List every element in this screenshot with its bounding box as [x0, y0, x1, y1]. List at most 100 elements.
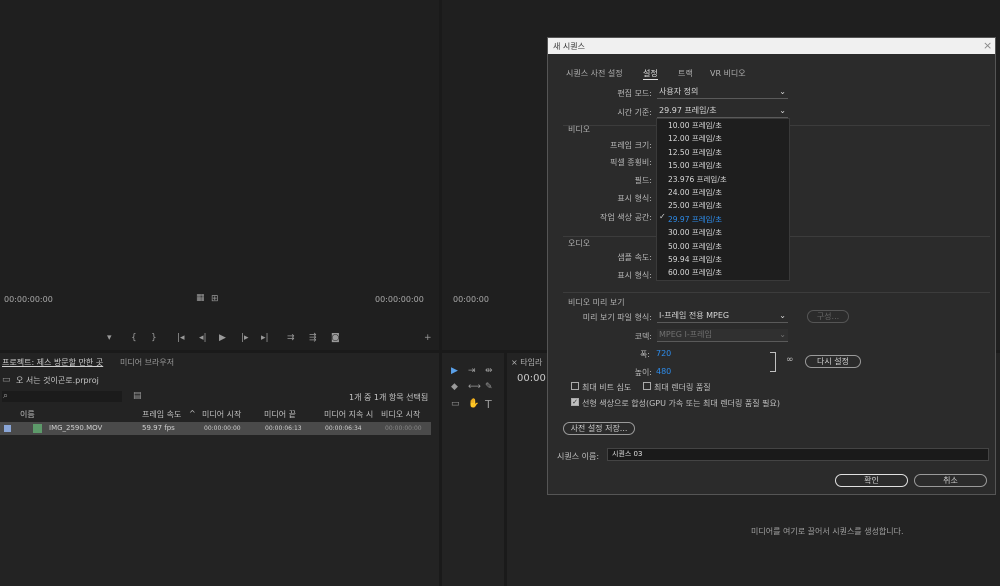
framerate-option[interactable]: 30.00 프레임/초 — [657, 226, 790, 239]
media-browser-tab[interactable]: 미디어 브라우저 — [120, 357, 174, 368]
ripple-edit-icon[interactable]: ⇹ — [485, 366, 493, 376]
col-duration[interactable]: 미디어 지속 시 — [324, 409, 373, 420]
linear-color-label: 선형 색상으로 합성(GPU 가속 또는 최대 렌더링 품질 필요) — [582, 399, 781, 408]
slip-tool-icon[interactable]: ⟷ — [468, 382, 481, 392]
project-search[interactable] — [2, 391, 122, 402]
sequence-name-label: 시퀀스 이름: — [557, 452, 600, 461]
preview-format-label: 미리 보기 파일 형식: — [582, 313, 652, 322]
framerate-option[interactable]: 23.976 프레임/초 — [657, 173, 790, 186]
width-value[interactable]: 720 — [656, 349, 671, 358]
framerate-option[interactable]: 12.00 프레임/초 — [657, 132, 790, 145]
video-clip-icon — [33, 424, 42, 433]
dialog-titlebar: 새 시퀀스 × — [548, 38, 995, 54]
sample-rate-label: 샘플 속도: — [617, 253, 652, 262]
timeline-empty-hint: 미디어를 여기로 끌어서 시퀀스를 생성합니다. — [751, 527, 904, 536]
edit-mode-label: 편집 모드: — [617, 89, 652, 98]
link-bracket — [770, 352, 776, 372]
preview-section-title: 비디오 미리 보기 — [568, 298, 625, 307]
dialog-title: 새 시퀀스 — [553, 42, 585, 51]
col-vstart[interactable]: 비디오 시작 — [381, 409, 420, 420]
reset-button[interactable]: 다시 설정 — [805, 355, 861, 368]
framerate-option[interactable]: 10.00 프레임/초 — [657, 119, 790, 132]
type-tool-icon[interactable]: T — [485, 398, 492, 411]
cancel-button[interactable]: 취소 — [914, 474, 987, 487]
step-back-icon[interactable]: ◂| — [199, 333, 207, 343]
col-fps[interactable]: 프레임 속도 — [142, 409, 181, 420]
max-render-checkbox[interactable] — [643, 382, 651, 390]
table-row[interactable]: IMG_2590.MOV 59.97 fps 00:00:00:00 00:00… — [0, 422, 431, 435]
save-preset-button[interactable]: 사전 설정 저장... — [563, 422, 635, 435]
chevron-down-icon: ⌄ — [779, 87, 786, 96]
project-filename: 오 서는 것이곤로.prproj — [16, 376, 99, 385]
project-panel: 프로젝트: 제스 방문할 만한 곳 미디어 브라우저 ▭ 오 서는 것이곤로.p… — [0, 353, 439, 586]
hand-tool-icon[interactable]: ✋ — [468, 399, 479, 409]
mark-in-icon[interactable]: { — [131, 333, 137, 343]
tab-vr[interactable]: VR 비디오 — [710, 68, 746, 79]
camera-icon[interactable]: ◙ — [331, 333, 340, 343]
max-bit-depth-label: 최대 비트 심도 — [582, 383, 632, 392]
frame-size-label: 프레임 크기: — [609, 141, 652, 150]
sequence-name-input[interactable]: 시퀀스 03 — [607, 448, 989, 461]
label-color-swatch[interactable] — [4, 425, 11, 432]
project-tab[interactable]: 프로젝트: 제스 방문할 만한 곳 — [2, 357, 103, 368]
linear-color-checkbox[interactable]: ✓ — [571, 398, 579, 406]
overwrite-icon[interactable]: ⇶ — [309, 333, 317, 343]
framerate-option[interactable]: 25.00 프레임/초 — [657, 199, 790, 212]
framerate-option[interactable]: 59.94 프레임/초 — [657, 253, 790, 266]
framerate-option[interactable]: 12.50 프레임/초 — [657, 146, 790, 159]
add-button-icon[interactable]: + — [424, 333, 432, 343]
play-icon[interactable]: ▶ — [219, 333, 226, 343]
preview-format-dropdown[interactable]: I-프레임 전용 MPEG ⌄ — [657, 310, 788, 323]
source-timecode-in: 00:00:00:00 — [4, 295, 53, 304]
close-icon[interactable]: × — [983, 39, 992, 52]
audio-section-title: 오디오 — [568, 239, 591, 248]
col-start[interactable]: 미디어 시작 — [202, 409, 241, 420]
go-to-in-icon[interactable]: |◂ — [177, 333, 185, 343]
tab-tracks[interactable]: 트랙 — [678, 68, 693, 79]
tools-panel: ▶ ⇥ ⇹ ◆ ⟷ ✎ ▭ ✋ T — [442, 353, 504, 586]
fit-icon[interactable]: ▦ — [196, 293, 205, 303]
timebase-dropdown[interactable]: 29.97 프레임/초 ⌄ — [657, 105, 788, 118]
chevron-down-icon: ⌄ — [779, 106, 786, 115]
column-header: 이름 프레임 속도 ^ 미디어 시작 미디어 끝 미디어 지속 시 비디오 시작 — [0, 409, 431, 421]
sort-icon[interactable]: ^ — [189, 409, 196, 418]
step-forward-icon[interactable]: |▸ — [241, 333, 249, 343]
framerate-option[interactable]: 24.00 프레임/초 — [657, 186, 790, 199]
col-name[interactable]: 이름 — [20, 409, 35, 420]
max-bit-depth-checkbox[interactable] — [571, 382, 579, 390]
framerate-option-selected[interactable]: 29.97 프레임/초 — [657, 213, 790, 226]
chain-link-icon[interactable]: ∞ — [786, 355, 794, 365]
track-select-icon[interactable]: ⇥ — [468, 366, 476, 376]
framerate-option[interactable]: 50.00 프레임/초 — [657, 240, 790, 253]
program-timecode: 00:00:00 — [453, 295, 489, 304]
new-bin-icon[interactable]: ▤ — [133, 391, 142, 401]
edit-mode-dropdown[interactable]: 사용자 정의 ⌄ — [657, 86, 788, 99]
rectangle-tool-icon[interactable]: ▭ — [451, 399, 460, 409]
go-to-out-icon[interactable]: ▸| — [261, 333, 269, 343]
timeline-timecode[interactable]: 00:00 — [517, 373, 546, 384]
framerate-option[interactable]: 60.00 프레임/초 — [657, 266, 790, 279]
configure-button[interactable]: 구성... — [807, 310, 849, 323]
mark-out-icon[interactable]: } — [151, 333, 157, 343]
pen-tool-icon[interactable]: ✎ — [485, 382, 493, 392]
col-end[interactable]: 미디어 끝 — [264, 409, 296, 420]
tab-presets[interactable]: 시퀀스 사전 설정 — [566, 68, 623, 79]
settings-small-icon[interactable]: ⊞ — [211, 294, 219, 304]
source-monitor: 00:00:00:00 00:00:00:00 ▦ ⊞ ▾ { } |◂ ◂| … — [0, 0, 439, 350]
selection-tool-icon[interactable]: ▶ — [451, 366, 458, 376]
chevron-down-icon: ⌄ — [779, 330, 786, 339]
chevron-down-icon: ⌄ — [779, 311, 786, 320]
ok-button[interactable]: 확인 — [835, 474, 908, 487]
fields-label: 필드: — [634, 176, 652, 185]
insert-icon[interactable]: ⇉ — [287, 333, 295, 343]
razor-icon[interactable]: ◆ — [451, 382, 458, 392]
selection-count: 1개 중 1개 항목 선택됨 — [349, 393, 429, 402]
height-label: 높이: — [634, 368, 652, 377]
codec-dropdown[interactable]: MPEG I-프레임 ⌄ — [657, 329, 788, 342]
height-value[interactable]: 480 — [656, 367, 671, 376]
marker-icon[interactable]: ▾ — [107, 333, 112, 343]
timeline-tab[interactable]: × 타임라 — [511, 357, 542, 368]
framerate-option[interactable]: 15.00 프레임/초 — [657, 159, 790, 172]
preview-section-divider — [563, 292, 990, 293]
tab-settings[interactable]: 설정 — [643, 68, 658, 80]
